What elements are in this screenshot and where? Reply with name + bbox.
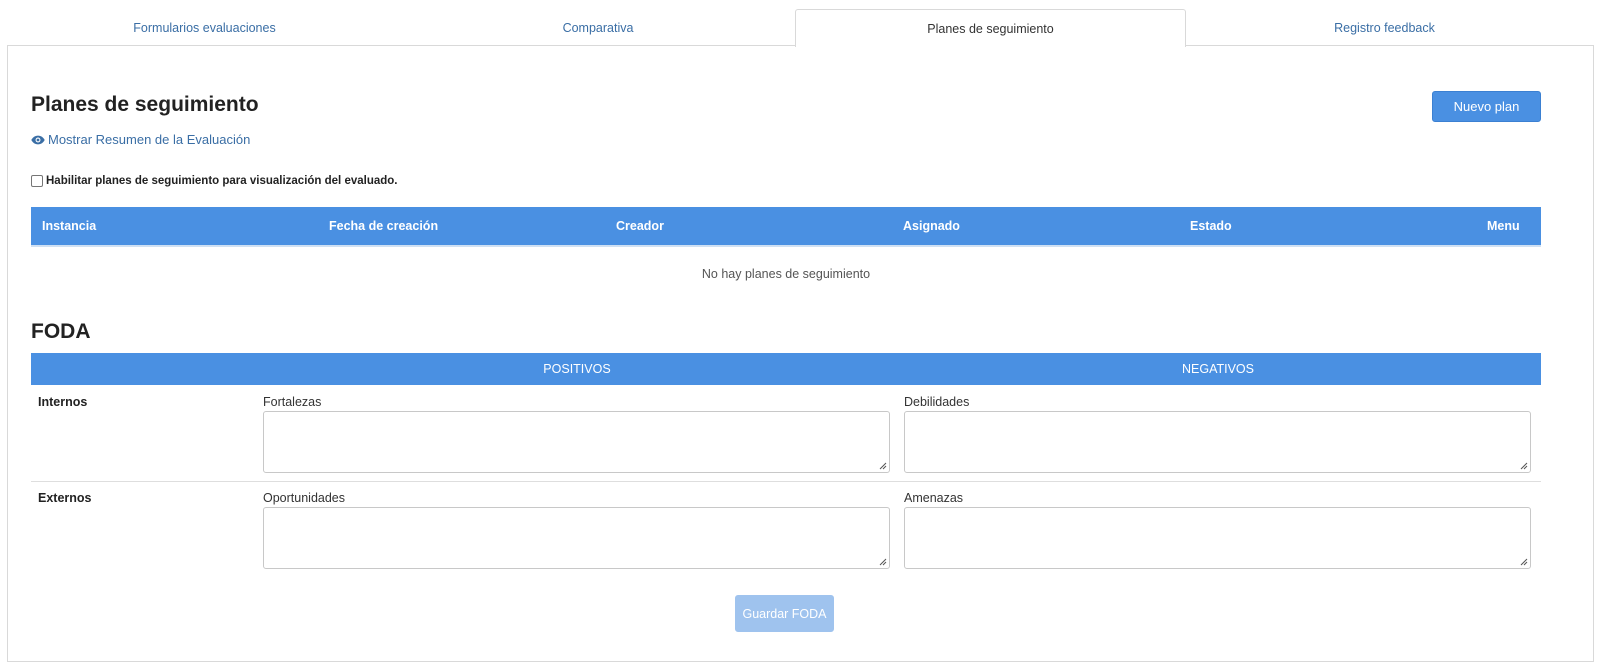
enable-plans-checkbox[interactable] bbox=[31, 175, 43, 187]
column-header-fecha-creacion[interactable]: Fecha de creación bbox=[329, 207, 438, 245]
new-plan-button[interactable]: Nuevo plan bbox=[1432, 91, 1541, 122]
foda-header: POSITIVOS NEGATIVOS bbox=[31, 353, 1541, 385]
tab-registro-feedback[interactable]: Registro feedback bbox=[1186, 9, 1583, 46]
plans-table-header: Instancia Fecha de creación Creador Asig… bbox=[31, 207, 1541, 247]
show-summary-label: Mostrar Resumen de la Evaluación bbox=[48, 132, 251, 147]
resize-grip-icon[interactable] bbox=[1519, 461, 1528, 470]
show-summary-link[interactable]: Mostrar Resumen de la Evaluación bbox=[31, 132, 250, 147]
amenazas-label: Amenazas bbox=[904, 491, 964, 505]
debilidades-textarea[interactable] bbox=[904, 411, 1531, 473]
amenazas-textarea[interactable] bbox=[904, 507, 1531, 569]
debilidades-label: Debilidades bbox=[904, 395, 970, 409]
foda-title: FODA bbox=[31, 320, 91, 343]
eye-icon bbox=[31, 135, 45, 144]
tab-bar: Formularios evaluaciones Comparativa Pla… bbox=[8, 9, 1592, 47]
column-header-estado[interactable]: Estado bbox=[1190, 207, 1232, 245]
enable-plans-row: Habilitar planes de seguimiento para vis… bbox=[31, 175, 398, 187]
tab-planes-de-seguimiento[interactable]: Planes de seguimiento bbox=[795, 9, 1186, 47]
tab-comparativa[interactable]: Comparativa bbox=[401, 9, 795, 46]
fortalezas-label: Fortalezas bbox=[263, 395, 322, 409]
column-header-instancia[interactable]: Instancia bbox=[42, 207, 96, 245]
empty-plans-message: No hay planes de seguimiento bbox=[701, 267, 871, 281]
column-header-asignado[interactable]: Asignado bbox=[903, 207, 960, 245]
resize-grip-icon[interactable] bbox=[1519, 557, 1528, 566]
column-header-creador[interactable]: Creador bbox=[616, 207, 664, 245]
oportunidades-label: Oportunidades bbox=[263, 491, 346, 505]
resize-grip-icon[interactable] bbox=[878, 461, 887, 470]
save-foda-button[interactable]: Guardar FODA bbox=[735, 595, 834, 632]
foda-row-divider bbox=[31, 481, 1541, 482]
tab-formularios-evaluaciones[interactable]: Formularios evaluaciones bbox=[8, 9, 401, 46]
tab-panel: Planes de seguimiento Mostrar Resumen de… bbox=[7, 45, 1594, 662]
foda-row-label-externos: Externos bbox=[38, 491, 92, 505]
foda-column-negativos: NEGATIVOS bbox=[1181, 362, 1254, 376]
enable-plans-label[interactable]: Habilitar planes de seguimiento para vis… bbox=[46, 175, 398, 187]
column-header-menu: Menu bbox=[1487, 219, 1520, 233]
oportunidades-textarea[interactable] bbox=[263, 507, 890, 569]
fortalezas-textarea[interactable] bbox=[263, 411, 890, 473]
page-title: Planes de seguimiento bbox=[31, 93, 259, 116]
resize-grip-icon[interactable] bbox=[878, 557, 887, 566]
foda-row-label-internos: Internos bbox=[38, 395, 88, 409]
